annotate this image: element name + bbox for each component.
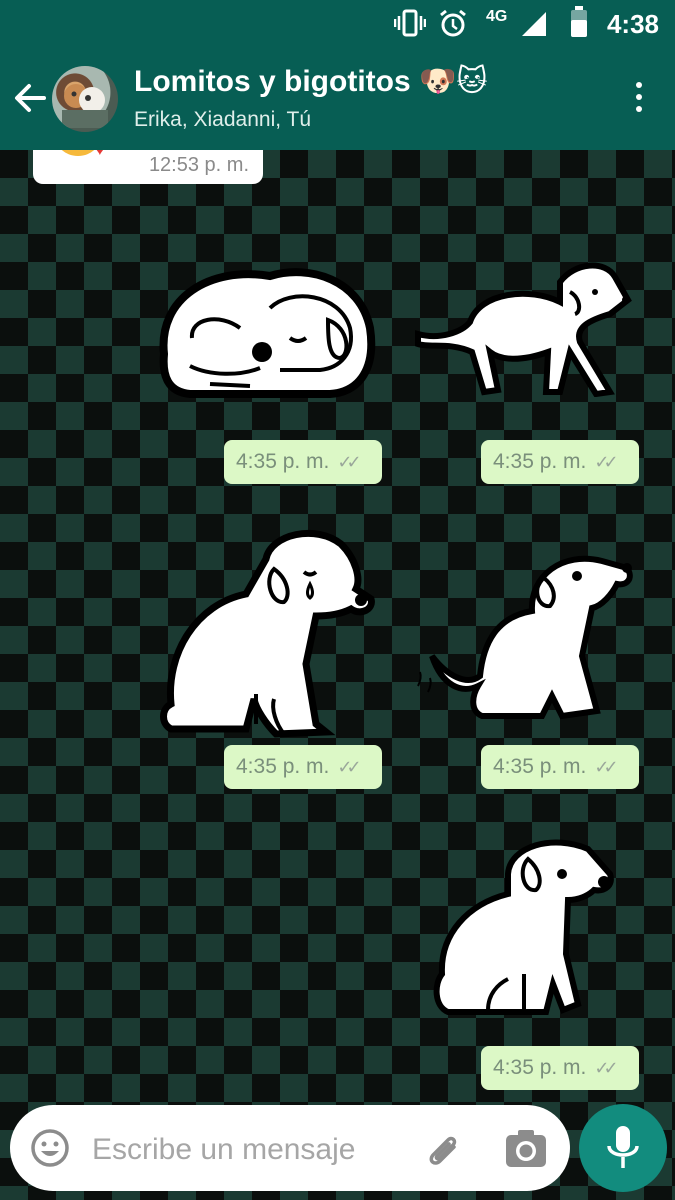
clock: 4:38 [606,9,659,39]
time-label: 4:35 p. m. [493,1056,587,1079]
voice-message-button[interactable] [579,1104,667,1192]
message-time: 12:53 p. m. [148,154,249,176]
group-members[interactable]: Erika, Xiadanni, Tú [134,108,311,132]
read-check-icon: ✓✓ [594,1057,618,1078]
more-vertical-icon[interactable] [635,82,643,118]
message-time: 4:35 p. m. ✓✓ [224,745,382,789]
message-time: 4:35 p. m. ✓✓ [481,745,639,789]
message-time: 4:35 p. m. ✓✓ [224,440,382,484]
sitting-dog-sticker[interactable] [428,834,618,1026]
status-bar: 4G 4:38 [0,0,675,46]
read-check-icon: ✓✓ [337,451,361,472]
camera-icon[interactable] [504,1127,548,1169]
incoming-message[interactable]: ♥ 12:53 p. m. [33,150,263,184]
arrow-left-icon[interactable] [12,80,48,116]
wagging-dog-sticker[interactable] [412,546,634,724]
alarm-icon [440,9,466,37]
time-label: 4:35 p. m. [236,450,330,473]
heart-icon: ♥ [95,150,105,159]
read-check-icon: ✓✓ [594,756,618,777]
battery-icon [571,6,587,37]
message-time: 4:35 p. m. ✓✓ [481,440,639,484]
message-composer [10,1105,570,1191]
time-label: 4:35 p. m. [493,450,587,473]
paperclip-icon[interactable] [424,1129,462,1169]
time-label: 4:35 p. m. [236,755,330,778]
pets-photo-icon [62,84,108,128]
network-type: 4G [486,8,508,25]
chat-header: Lomitos y bigotitos 🐶🐱 Erika, Xiadanni, … [0,46,675,150]
read-check-icon: ✓✓ [337,756,361,777]
sleeping-dog-sticker[interactable] [150,258,380,403]
read-check-icon: ✓✓ [594,451,618,472]
signal-icon [522,12,546,36]
message-input[interactable] [90,1129,394,1171]
crying-dog-sticker[interactable] [156,524,378,740]
time-label: 4:35 p. m. [493,755,587,778]
message-time: 4:35 p. m. ✓✓ [481,1046,639,1090]
group-title[interactable]: Lomitos y bigotitos 🐶🐱 [134,64,488,99]
scared-dog-sticker[interactable] [410,252,635,397]
chat-area[interactable]: ♥ 12:53 p. m. 4:35 p. m. ✓✓ 4:35 p. m. ✓✓ … [0,150,675,1200]
vibrate-icon [394,9,426,37]
emoji-icon[interactable] [30,1128,70,1168]
microphone-icon [607,1126,639,1168]
group-avatar[interactable] [52,66,118,132]
